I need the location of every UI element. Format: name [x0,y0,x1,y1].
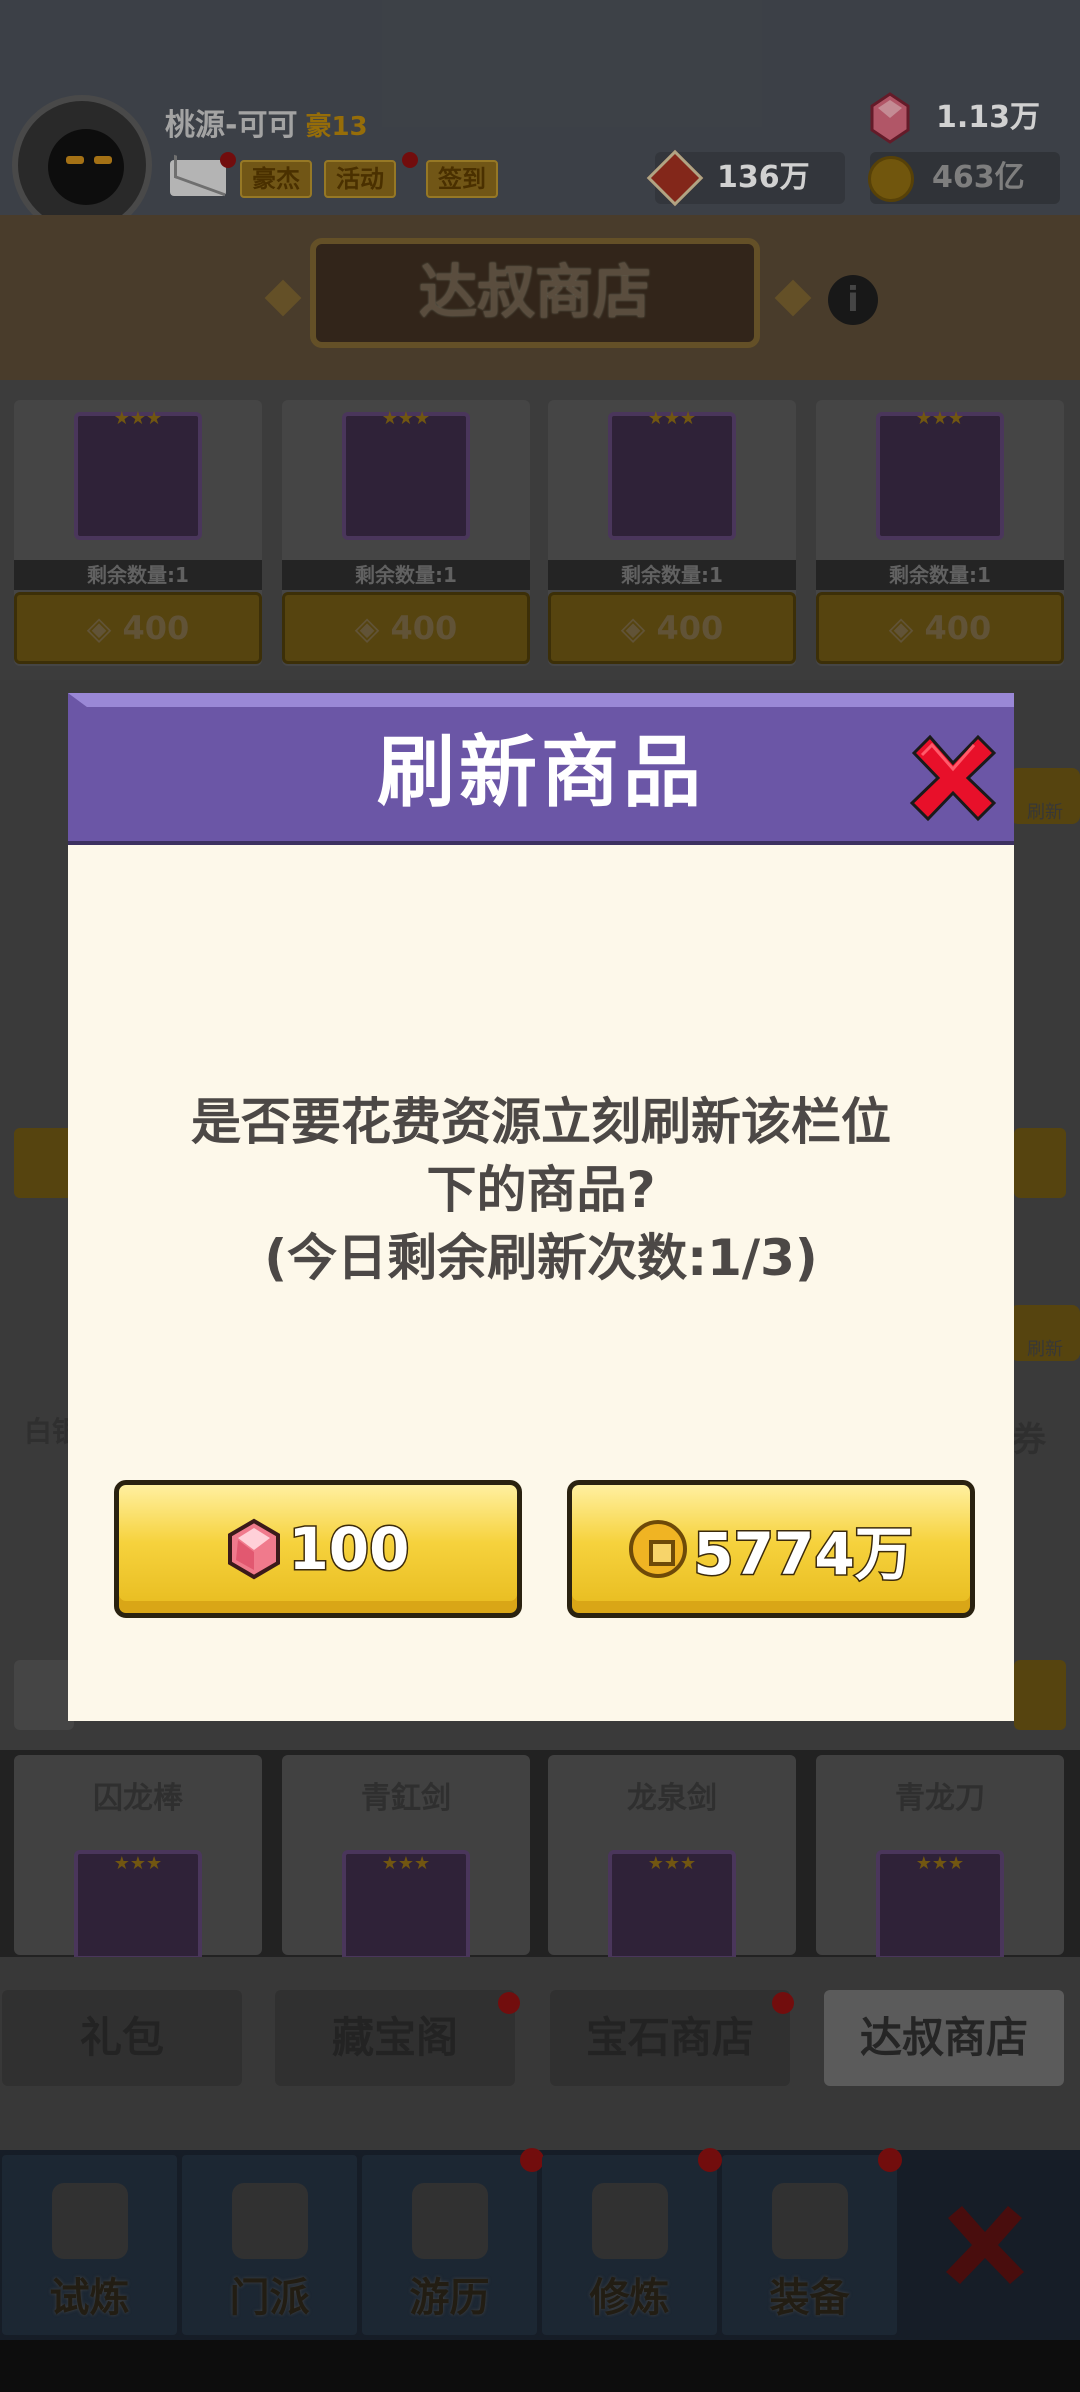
coin-icon [629,1520,688,1578]
gem-icon [228,1518,281,1580]
dialog-title: 刷新商品 [376,728,705,818]
dialog-header: 刷新商品 [68,693,1014,845]
close-icon[interactable] [908,733,998,823]
refresh-dialog: 刷新商品 是否要花费资源立刻刷新该栏位 下的商品? (今日剩余刷新次数:1/3)… [68,693,1014,1721]
message-line: 下的商品? [426,1161,656,1219]
remaining-refresh-count: (今日剩余刷新次数:1/3) [264,1229,818,1287]
refresh-with-coins-button[interactable]: 5774万 [567,1480,975,1618]
dialog-message: 是否要花费资源立刻刷新该栏位 下的商品? (今日剩余刷新次数:1/3) [128,1088,954,1292]
coin-cost: 5774万 [692,1519,914,1590]
message-line: 是否要花费资源立刻刷新该栏位 [191,1093,891,1151]
gem-cost: 100 [287,1514,411,1585]
refresh-with-gems-button[interactable]: 100 [114,1480,522,1618]
